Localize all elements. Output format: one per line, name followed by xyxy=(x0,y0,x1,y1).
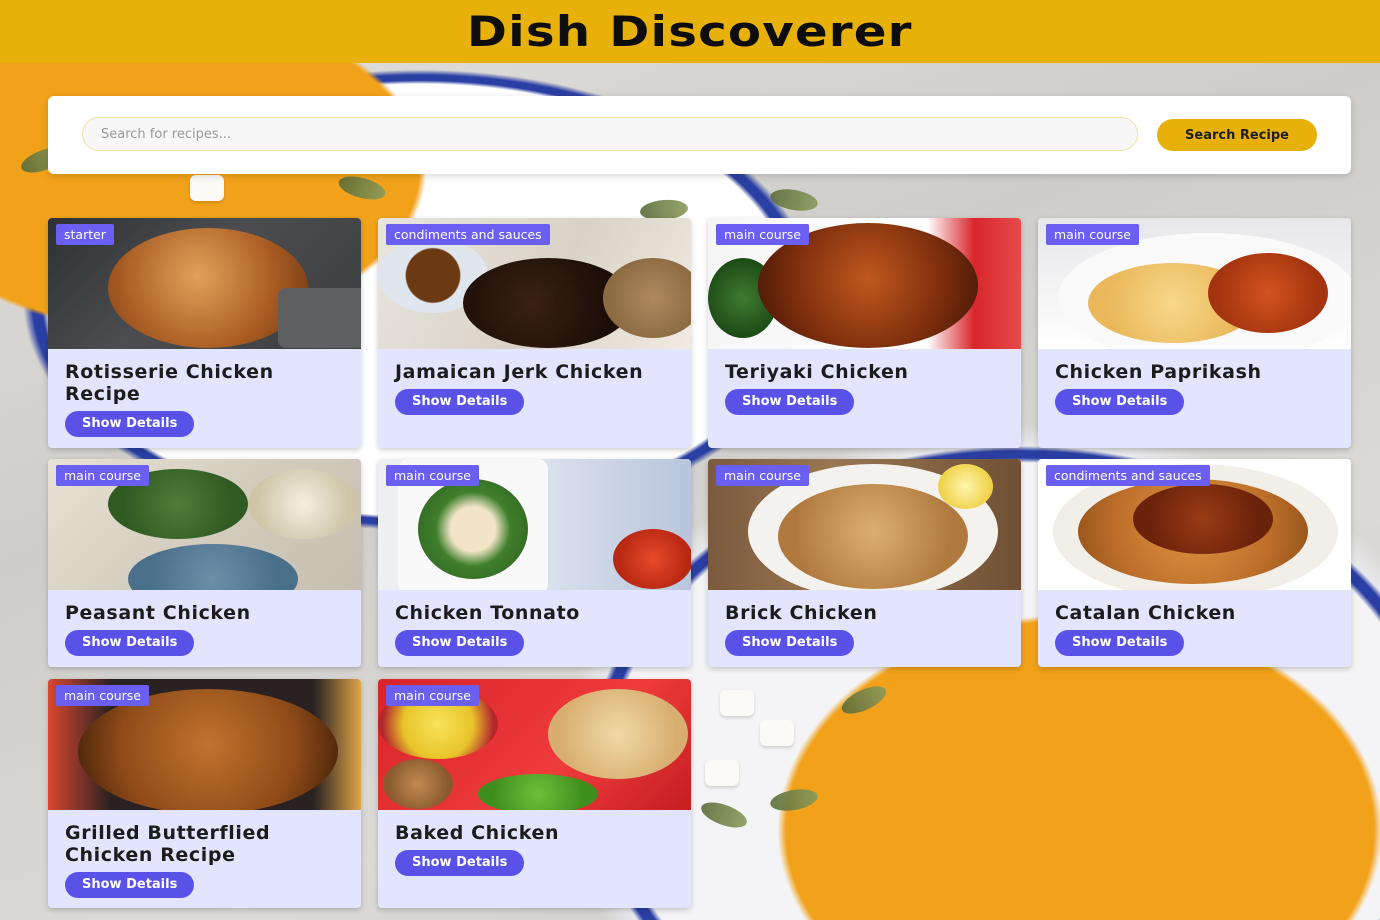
show-details-button[interactable]: Show Details xyxy=(65,630,195,656)
show-details-button[interactable]: Show Details xyxy=(725,630,855,656)
recipe-card[interactable]: main course Baked Chicken Show Details xyxy=(378,679,691,908)
recipe-image: main course xyxy=(48,679,361,810)
app-header: Dish Discoverer xyxy=(0,0,1380,63)
recipe-image: condiments and sauces xyxy=(1038,459,1351,590)
category-badge: main course xyxy=(56,465,149,486)
category-badge: main course xyxy=(386,465,479,486)
recipe-card[interactable]: main course Teriyaki Chicken Show Detail… xyxy=(708,218,1021,448)
recipe-card[interactable]: main course Peasant Chicken Show Details xyxy=(48,459,361,667)
category-badge: starter xyxy=(56,224,114,245)
recipe-card[interactable]: condiments and sauces Jamaican Jerk Chic… xyxy=(378,218,691,448)
show-details-button[interactable]: Show Details xyxy=(65,411,195,437)
recipe-image: main course xyxy=(378,459,691,590)
category-badge: main course xyxy=(716,465,809,486)
category-badge: condiments and sauces xyxy=(386,224,550,245)
recipe-title: Baked Chicken xyxy=(395,822,560,844)
show-details-button[interactable]: Show Details xyxy=(1055,630,1185,656)
recipe-title: Brick Chicken xyxy=(725,602,878,624)
recipe-image: main course xyxy=(48,459,361,590)
show-details-button[interactable]: Show Details xyxy=(395,630,525,656)
recipe-image: main course xyxy=(708,218,1021,349)
show-details-button[interactable]: Show Details xyxy=(395,850,525,876)
show-details-button[interactable]: Show Details xyxy=(395,389,525,415)
recipe-title: Rotisserie Chicken Recipe xyxy=(65,361,274,405)
search-recipe-button[interactable]: Search Recipe xyxy=(1157,119,1317,151)
recipe-title: Peasant Chicken xyxy=(65,602,251,624)
recipe-title: Teriyaki Chicken xyxy=(725,361,909,383)
recipe-title: Catalan Chicken xyxy=(1055,602,1236,624)
app-title: Dish Discoverer xyxy=(467,7,913,56)
recipe-card[interactable]: condiments and sauces Catalan Chicken Sh… xyxy=(1038,459,1351,667)
recipe-card[interactable]: starter Rotisserie Chicken Recipe Show D… xyxy=(48,218,361,448)
category-badge: condiments and sauces xyxy=(1046,465,1210,486)
search-input[interactable] xyxy=(82,117,1138,151)
recipe-title: Grilled Butterflied Chicken Recipe xyxy=(65,822,271,866)
show-details-button[interactable]: Show Details xyxy=(725,389,855,415)
recipe-image: starter xyxy=(48,218,361,349)
recipe-card[interactable]: main course Chicken Paprikash Show Detai… xyxy=(1038,218,1351,448)
recipe-title: Chicken Tonnato xyxy=(395,602,580,624)
show-details-button[interactable]: Show Details xyxy=(1055,389,1185,415)
recipe-image: condiments and sauces xyxy=(378,218,691,349)
recipe-image: main course xyxy=(708,459,1021,590)
recipe-title: Jamaican Jerk Chicken xyxy=(395,361,644,383)
recipe-image: main course xyxy=(1038,218,1351,349)
recipe-title: Chicken Paprikash xyxy=(1055,361,1262,383)
recipe-card[interactable]: main course Chicken Tonnato Show Details xyxy=(378,459,691,667)
category-badge: main course xyxy=(386,685,479,706)
recipe-card[interactable]: main course Brick Chicken Show Details xyxy=(708,459,1021,667)
category-badge: main course xyxy=(56,685,149,706)
search-panel: Search Recipe xyxy=(48,96,1351,174)
recipe-card[interactable]: main course Grilled Butterflied Chicken … xyxy=(48,679,361,908)
recipe-image: main course xyxy=(378,679,691,810)
show-details-button[interactable]: Show Details xyxy=(65,872,195,898)
category-badge: main course xyxy=(1046,224,1139,245)
category-badge: main course xyxy=(716,224,809,245)
